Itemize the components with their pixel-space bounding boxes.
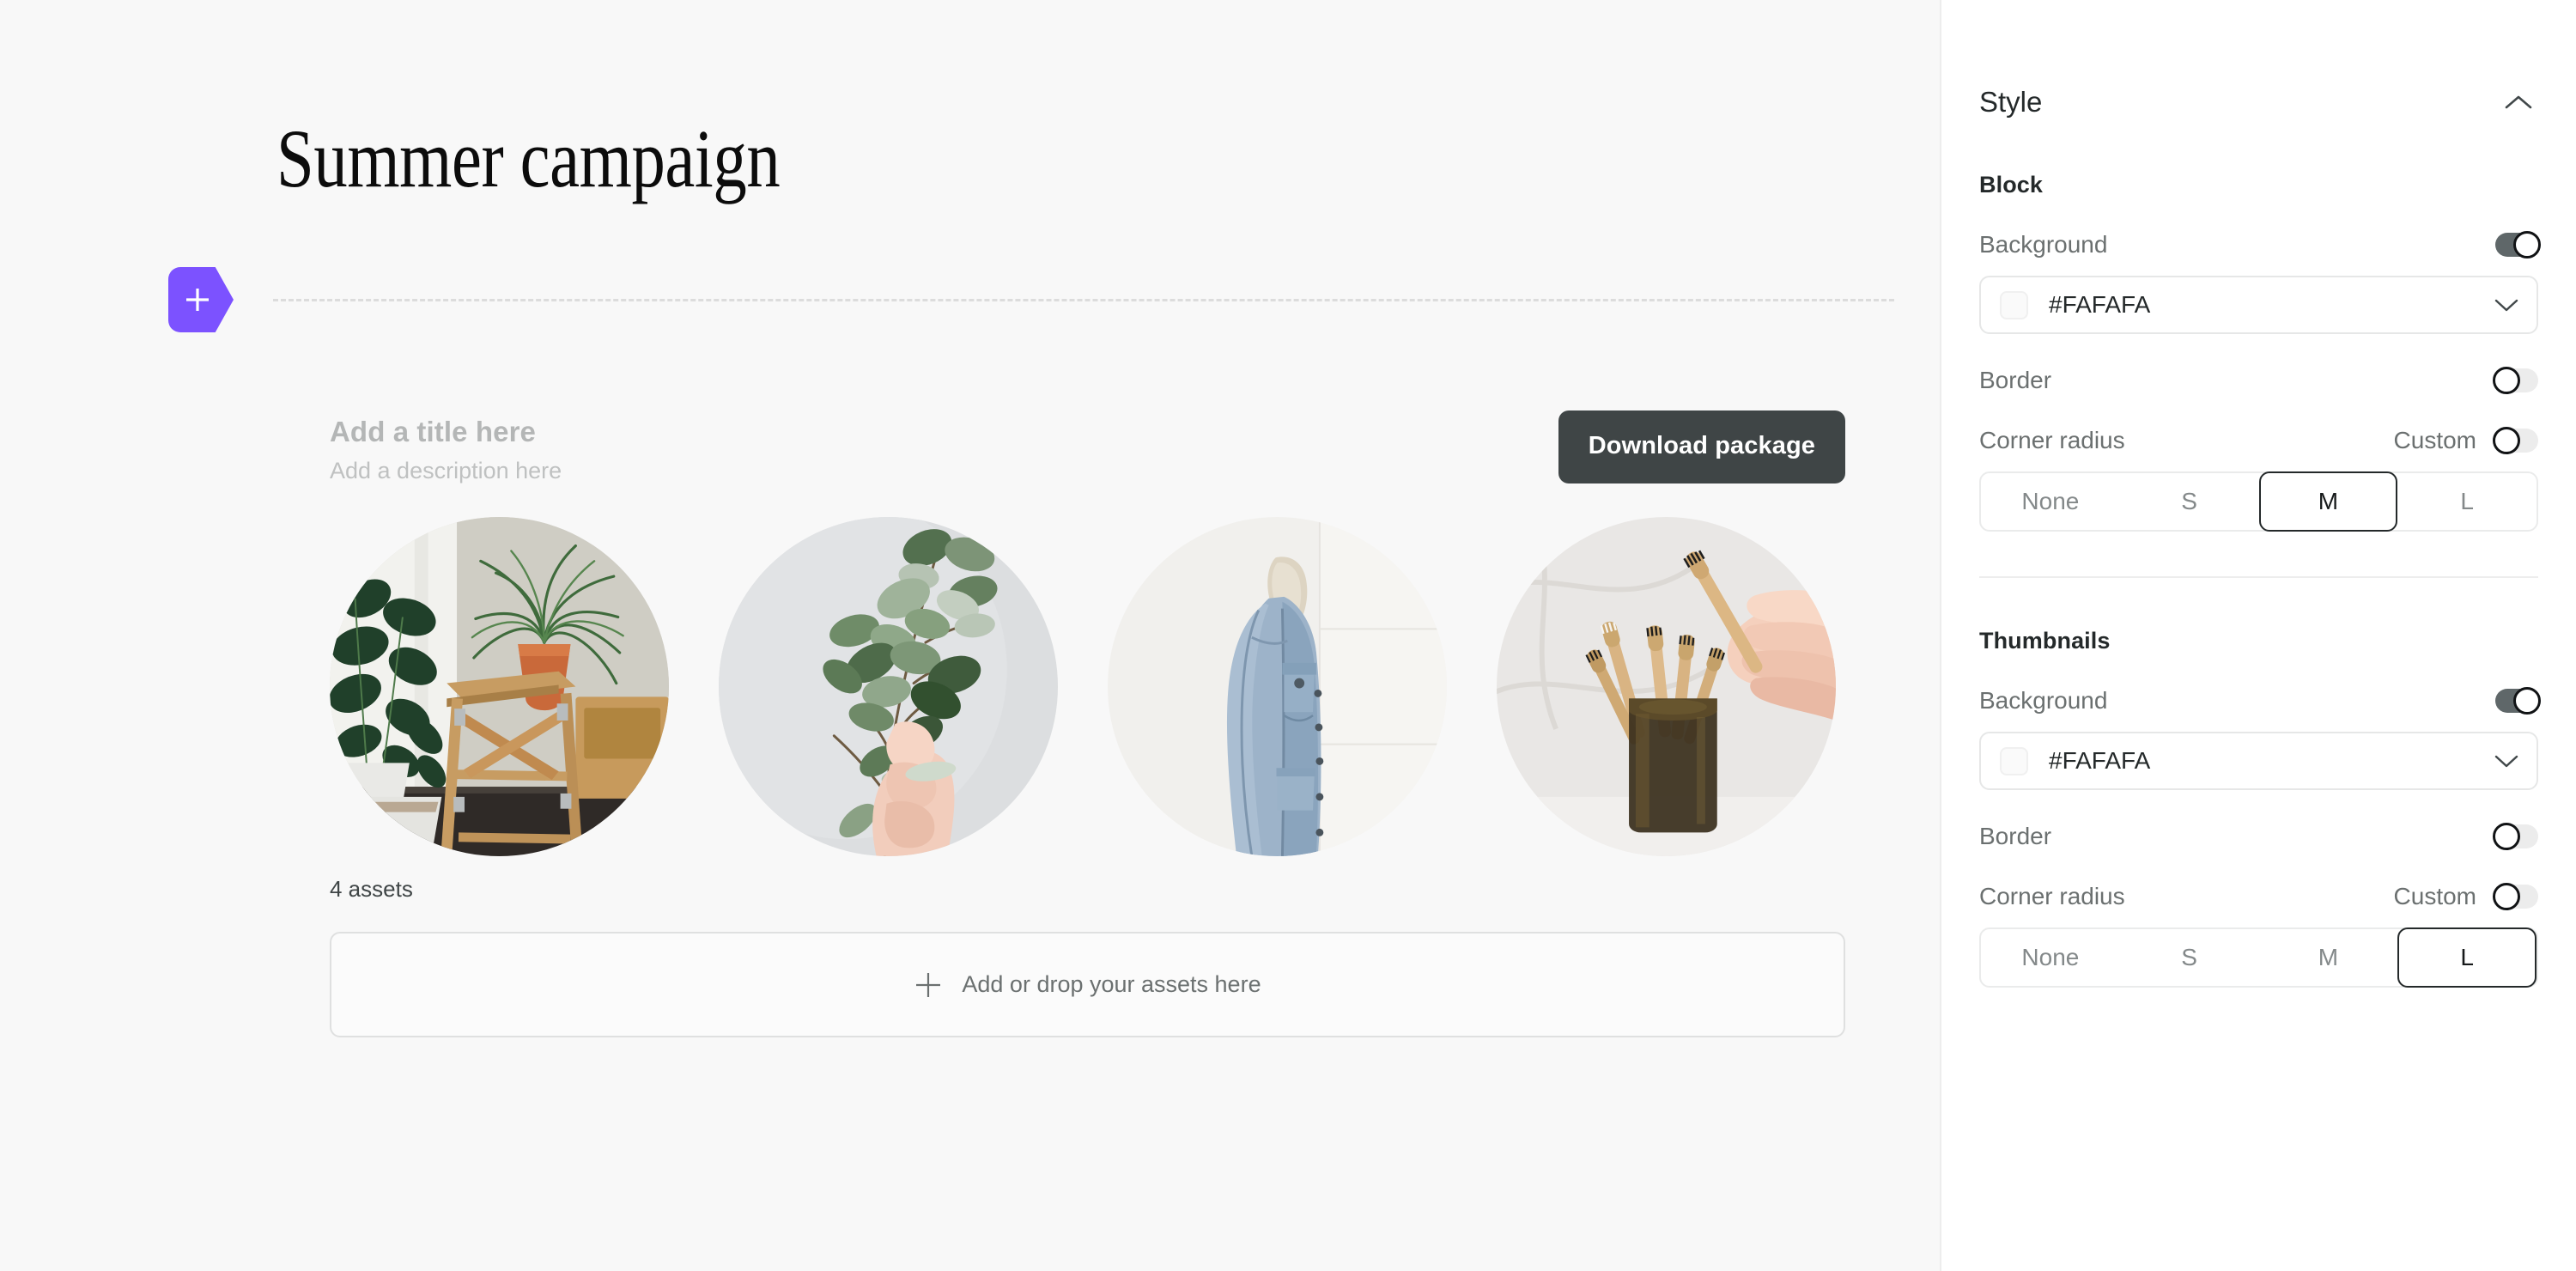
toggle-knob [2513,231,2541,258]
thumbnails-radius-option-none[interactable]: None [1981,927,2120,988]
thumbnails-border-toggle[interactable] [2493,823,2538,850]
toggle-knob [2493,427,2520,454]
section-divider [1979,576,2538,578]
thumbnails-radius-option-s[interactable]: S [2120,927,2259,988]
thumbnails-background-label: Background [1979,687,2108,714]
style-panel: Style Block Background #FAFAFA Border Co… [1940,0,2576,1271]
section-heading-thumbnails: Thumbnails [1979,628,2111,654]
thumbnails-radius-option-l[interactable]: L [2397,927,2537,988]
plus-icon [185,289,209,311]
thumbnails-custom-radius-toggle[interactable] [2493,883,2538,910]
toggle-knob [2493,823,2520,850]
block-corner-radius-segmented: None S M L [1979,471,2538,532]
bamboo-toothbrushes-in-jar-image [1497,517,1836,856]
download-package-button[interactable]: Download package [1558,410,1845,483]
color-swatch [2000,290,2028,319]
thumbnails-background-color-value: #FAFAFA [2049,747,2151,774]
houseplants-and-wooden-stool-image [330,517,669,856]
block-radius-option-l[interactable]: L [2397,471,2537,532]
chevron-down-icon [2494,299,2518,312]
style-section-thumbnails: Thumbnails Background #FAFAFA Border Cor… [1979,628,2541,988]
block-corner-radius-row: Corner radius Custom [1979,427,2538,454]
block-custom-radius-label: Custom [2393,427,2476,453]
toggle-knob [2513,687,2541,715]
toggle-knob [2493,883,2520,910]
chevron-down-icon [2494,755,2518,768]
insert-divider [273,298,1894,301]
chevron-up-icon [2505,95,2532,109]
block-border-toggle[interactable] [2493,367,2538,394]
block-border-label: Border [1979,367,2052,393]
block-description-placeholder[interactable]: Add a description here [330,457,562,486]
thumbnails-background-color-field[interactable]: #FAFAFA [1979,732,2538,790]
canvas-area: Summer campaign Add a title here Add a d… [0,0,1940,1271]
style-section-block: Block Background #FAFAFA Border Corner r… [1979,172,2541,532]
thumbnails-radius-option-m[interactable]: M [2259,927,2398,988]
thumbnail-grid [330,517,1845,856]
thumbnails-border-row: Border [1979,823,2538,850]
asset-dropzone[interactable]: Add or drop your assets here [330,932,1845,1037]
block-custom-radius-group: Custom [2394,427,2538,454]
page-title[interactable]: Summer campaign [276,115,781,203]
block-background-color-field[interactable]: #FAFAFA [1979,276,2538,334]
thumbnail-hand-holding-eucalyptus-branch[interactable] [719,517,1058,856]
asset-block: Add a title here Add a description here … [330,410,1845,1037]
style-panel-header: Style [1979,0,2538,122]
thumbnails-corner-radius-segmented: None S M L [1979,927,2538,988]
thumbnails-background-toggle[interactable] [2495,687,2541,715]
insert-block-row [168,267,1894,332]
toggle-knob [2493,367,2520,394]
thumbnail-bamboo-toothbrushes-in-jar[interactable] [1497,517,1836,856]
block-background-label: Background [1979,231,2108,258]
block-radius-option-m[interactable]: M [2258,471,2398,532]
thumbnails-border-label: Border [1979,823,2052,849]
hand-holding-eucalyptus-branch-image [719,517,1058,856]
block-background-toggle[interactable] [2495,231,2541,258]
block-background-row: Background [1979,231,2541,258]
thumbnail-denim-jacket-on-wall[interactable] [1108,517,1447,856]
block-radius-option-none[interactable]: None [1981,471,2120,532]
add-block-button[interactable] [168,267,234,332]
block-border-row: Border [1979,367,2538,394]
assets-count-label: 4 assets [330,876,413,902]
section-heading-block: Block [1979,172,2044,198]
block-corner-radius-label: Corner radius [1979,427,2125,453]
thumbnails-custom-radius-group: Custom [2394,883,2538,910]
block-header: Add a title here Add a description here … [330,410,1845,486]
block-radius-option-s[interactable]: S [2120,471,2259,532]
style-panel-title: Style [1979,86,2043,118]
block-titles: Add a title here Add a description here [330,410,562,486]
thumbnails-corner-radius-row: Corner radius Custom [1979,883,2538,910]
block-custom-radius-toggle[interactable] [2493,427,2538,454]
thumbnails-background-row: Background [1979,687,2541,715]
block-title-placeholder[interactable]: Add a title here [330,414,562,449]
collapse-style-panel-button[interactable] [2499,82,2538,122]
app-root: Summer campaign Add a title here Add a d… [0,0,2576,1271]
dropzone-label: Add or drop your assets here [962,971,1261,997]
thumbnails-corner-radius-label: Corner radius [1979,883,2125,909]
block-background-color-value: #FAFAFA [2049,291,2151,318]
color-swatch [2000,746,2028,775]
thumbnails-custom-radius-label: Custom [2393,883,2476,909]
plus-icon [916,972,941,997]
thumbnail-houseplants-and-wooden-stool[interactable] [330,517,669,856]
denim-jacket-on-wall-image [1108,517,1447,856]
